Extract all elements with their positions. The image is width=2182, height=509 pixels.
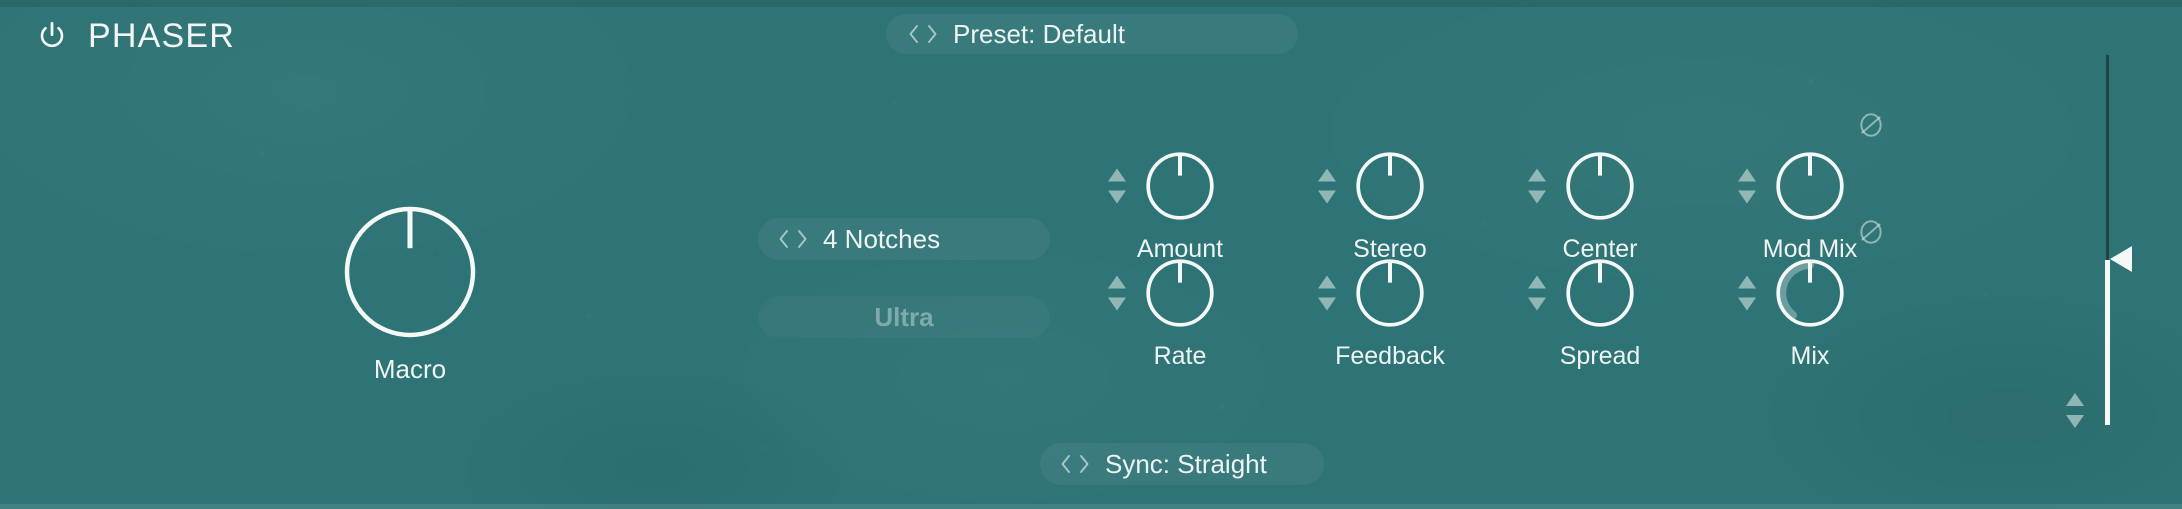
ultra-button[interactable]: Ultra [758,296,1050,338]
triangle-down-icon[interactable] [1318,297,1336,311]
triangle-up-icon[interactable] [1108,168,1126,182]
macro-knob[interactable] [340,202,480,342]
chevron-right-icon[interactable] [926,24,938,44]
slider-track-filled [2105,260,2110,425]
mix-knob[interactable] [1773,256,1847,330]
triangle-down-icon[interactable] [1528,297,1546,311]
triangle-up-icon[interactable] [1108,275,1126,289]
mix-stepper[interactable] [1738,275,1756,311]
triangle-down-icon[interactable] [1738,190,1756,204]
notches-selector[interactable]: 4 Notches [758,218,1050,260]
phase-invert-icon[interactable] [1856,110,1886,140]
power-icon [40,22,64,48]
sync-label: Sync: Straight [1105,448,1267,479]
feedback-label: Feedback [1335,342,1445,370]
notches-nav [778,229,808,249]
preset-nav [908,24,938,44]
triangle-down-icon[interactable] [2066,415,2084,428]
triangle-up-icon[interactable] [1318,168,1336,182]
mod-mix-stepper[interactable] [1738,168,1756,204]
phaser-plugin-window: PHASER Preset: Default Macro 4 Notches U… [0,0,2182,509]
window-top-edge [0,0,2182,7]
rate-label: Rate [1153,342,1207,370]
stereo-stepper[interactable] [1318,168,1336,204]
slider-handle-icon[interactable] [2110,246,2132,272]
triangle-down-icon[interactable] [1738,297,1756,311]
triangle-down-icon[interactable] [1318,190,1336,204]
triangle-down-icon[interactable] [1108,190,1126,204]
chevron-left-icon[interactable] [908,24,920,44]
macro-knob-cell: Macro [340,202,480,385]
power-button[interactable] [34,18,70,54]
triangle-up-icon[interactable] [1528,168,1546,182]
sync-selector[interactable]: Sync: Straight [1040,443,1324,485]
knob-cell-spread: Spread [1520,255,1680,371]
amount-knob[interactable] [1143,149,1217,223]
triangle-down-icon[interactable] [1108,297,1126,311]
feedback-knob[interactable] [1353,256,1427,330]
mix-label: Mix [1790,342,1830,370]
notches-label: 4 Notches [823,223,941,254]
triangle-up-icon[interactable] [1528,275,1546,289]
rate-stepper[interactable] [1108,275,1126,311]
knob-cell-stereo: Stereo [1310,148,1470,264]
chevron-left-icon[interactable] [1060,454,1072,474]
ultra-label: Ultra [874,301,934,332]
knob-cell-mix: Mix [1730,220,1890,371]
spread-knob[interactable] [1563,256,1637,330]
triangle-up-icon[interactable] [1738,168,1756,182]
triangle-up-icon[interactable] [1738,275,1756,289]
feedback-stepper[interactable] [1318,275,1336,311]
window-bottom-edge [0,504,2182,509]
rate-knob[interactable] [1143,256,1217,330]
preset-selector[interactable]: Preset: Default [886,14,1298,54]
sync-nav [1060,454,1090,474]
spread-stepper[interactable] [1528,275,1546,311]
knob-cell-center: Center [1520,148,1680,264]
chevron-right-icon[interactable] [796,229,808,249]
amount-stepper[interactable] [1108,168,1126,204]
center-stepper[interactable] [1528,168,1546,204]
triangle-down-icon[interactable] [1528,190,1546,204]
phase-invert-icon[interactable] [1856,217,1886,247]
mod-mix-knob[interactable] [1773,149,1847,223]
knob-cell-rate: Rate [1100,255,1260,371]
center-knob[interactable] [1563,149,1637,223]
chevron-left-icon[interactable] [778,229,790,249]
stereo-knob[interactable] [1353,149,1427,223]
triangle-up-icon[interactable] [2066,393,2084,406]
output-slider-stepper[interactable] [2066,393,2084,428]
knob-cell-feedback: Feedback [1310,255,1470,371]
spread-label: Spread [1559,342,1641,370]
slider-track-empty [2106,55,2109,260]
output-slider[interactable] [2105,55,2132,425]
knob-cell-amount: Amount [1100,148,1260,264]
chevron-right-icon[interactable] [1078,454,1090,474]
triangle-up-icon[interactable] [1318,275,1336,289]
preset-label: Preset: Default [953,18,1125,49]
page-title: PHASER [88,17,236,55]
macro-label: Macro [373,354,447,384]
